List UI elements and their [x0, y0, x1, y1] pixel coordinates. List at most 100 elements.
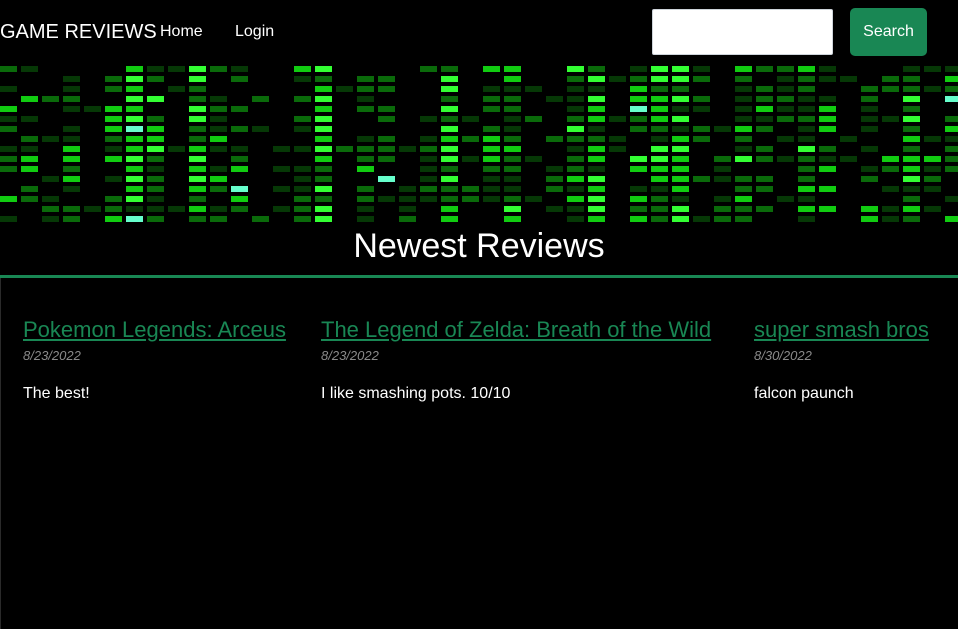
equalizer-segment [777, 96, 794, 102]
equalizer-segment [483, 186, 500, 192]
equalizer-segment [462, 186, 479, 192]
search-button[interactable]: Search [850, 8, 927, 56]
equalizer-segment [420, 166, 437, 172]
equalizer-segment [735, 176, 752, 182]
equalizer-segment [714, 166, 731, 172]
equalizer-segment [441, 86, 458, 92]
equalizer-segment [315, 216, 332, 222]
equalizer-segment [315, 136, 332, 142]
equalizer-segment [189, 136, 206, 142]
equalizer-segment [525, 156, 542, 162]
equalizer-segment [42, 206, 59, 212]
equalizer-segment [840, 136, 857, 142]
equalizer-segment [756, 146, 773, 152]
equalizer-segment [378, 176, 395, 182]
equalizer-segment [903, 76, 920, 82]
equalizer-segment [798, 206, 815, 212]
equalizer-segment [399, 196, 416, 202]
equalizer-segment [546, 176, 563, 182]
equalizer-segment [147, 176, 164, 182]
search-input[interactable] [652, 9, 833, 55]
review-title-link[interactable]: super smash bros [754, 316, 929, 344]
page: GAME REVIEWS Home Login Search Newest Re… [0, 0, 958, 629]
equalizer-segment [903, 96, 920, 102]
equalizer-segment [105, 116, 122, 122]
equalizer-segment [756, 86, 773, 92]
equalizer-segment [315, 86, 332, 92]
equalizer-segment [315, 66, 332, 72]
equalizer-segment [357, 86, 374, 92]
equalizer-segment [441, 96, 458, 102]
equalizer-segment [651, 136, 668, 142]
equalizer-segment [42, 136, 59, 142]
equalizer-segment [714, 176, 731, 182]
equalizer-segment [777, 66, 794, 72]
equalizer-segment [105, 126, 122, 132]
equalizer-segment [63, 76, 80, 82]
equalizer-segment [819, 146, 836, 152]
equalizer-segment [315, 196, 332, 202]
equalizer-segment [504, 96, 521, 102]
equalizer-segment [336, 146, 353, 152]
brand-link[interactable]: GAME REVIEWS [0, 20, 157, 44]
equalizer-segment [399, 216, 416, 222]
equalizer-segment [210, 166, 227, 172]
equalizer-segment [357, 76, 374, 82]
equalizer-segment [567, 136, 584, 142]
equalizer-segment [504, 206, 521, 212]
equalizer-segment [42, 176, 59, 182]
equalizer-segment [903, 126, 920, 132]
equalizer-segment [378, 76, 395, 82]
nav-login-link[interactable]: Login [235, 22, 274, 42]
equalizer-segment [546, 136, 563, 142]
equalizer-segment [798, 156, 815, 162]
equalizer-segment [882, 206, 899, 212]
equalizer-segment [819, 116, 836, 122]
nav-home-link[interactable]: Home [160, 22, 203, 42]
equalizer-segment [630, 196, 647, 202]
equalizer-segment [105, 156, 122, 162]
equalizer-segment [609, 136, 626, 142]
equalizer-segment [420, 66, 437, 72]
equalizer-segment [693, 126, 710, 132]
equalizer-segment [21, 96, 38, 102]
equalizer-segment [441, 216, 458, 222]
equalizer-segment [126, 156, 143, 162]
equalizer-segment [798, 186, 815, 192]
equalizer-segment [504, 86, 521, 92]
equalizer-segment [567, 96, 584, 102]
equalizer-segment [357, 156, 374, 162]
equalizer-segment [378, 106, 395, 112]
equalizer-segment [315, 96, 332, 102]
equalizer-segment [504, 66, 521, 72]
equalizer-segment [903, 116, 920, 122]
equalizer-segment [672, 86, 689, 92]
equalizer-segment [693, 96, 710, 102]
equalizer-segment [777, 86, 794, 92]
equalizer-segment [63, 186, 80, 192]
equalizer-segment [42, 196, 59, 202]
review-text: falcon paunch [754, 385, 854, 402]
review-date: 8/30/2022 [754, 348, 812, 363]
equalizer-segment [378, 196, 395, 202]
equalizer-segment [126, 66, 143, 72]
equalizer-segment [147, 216, 164, 222]
equalizer-segment [357, 136, 374, 142]
review-title-link[interactable]: Pokemon Legends: Arceus [23, 316, 286, 344]
equalizer-segment [189, 66, 206, 72]
equalizer-segment [882, 86, 899, 92]
equalizer-segment [483, 136, 500, 142]
equalizer-segment [63, 176, 80, 182]
equalizer-segment [693, 106, 710, 112]
equalizer-segment [231, 146, 248, 152]
equalizer-segment [567, 86, 584, 92]
review-title-link[interactable]: The Legend of Zelda: Breath of the Wild [321, 316, 711, 344]
equalizer-segment [672, 116, 689, 122]
equalizer-segment [903, 106, 920, 112]
equalizer-segment [126, 116, 143, 122]
equalizer-segment [21, 116, 38, 122]
equalizer-segment [861, 216, 878, 222]
equalizer-segment [294, 196, 311, 202]
equalizer-segment [630, 206, 647, 212]
equalizer-segment [714, 196, 731, 202]
